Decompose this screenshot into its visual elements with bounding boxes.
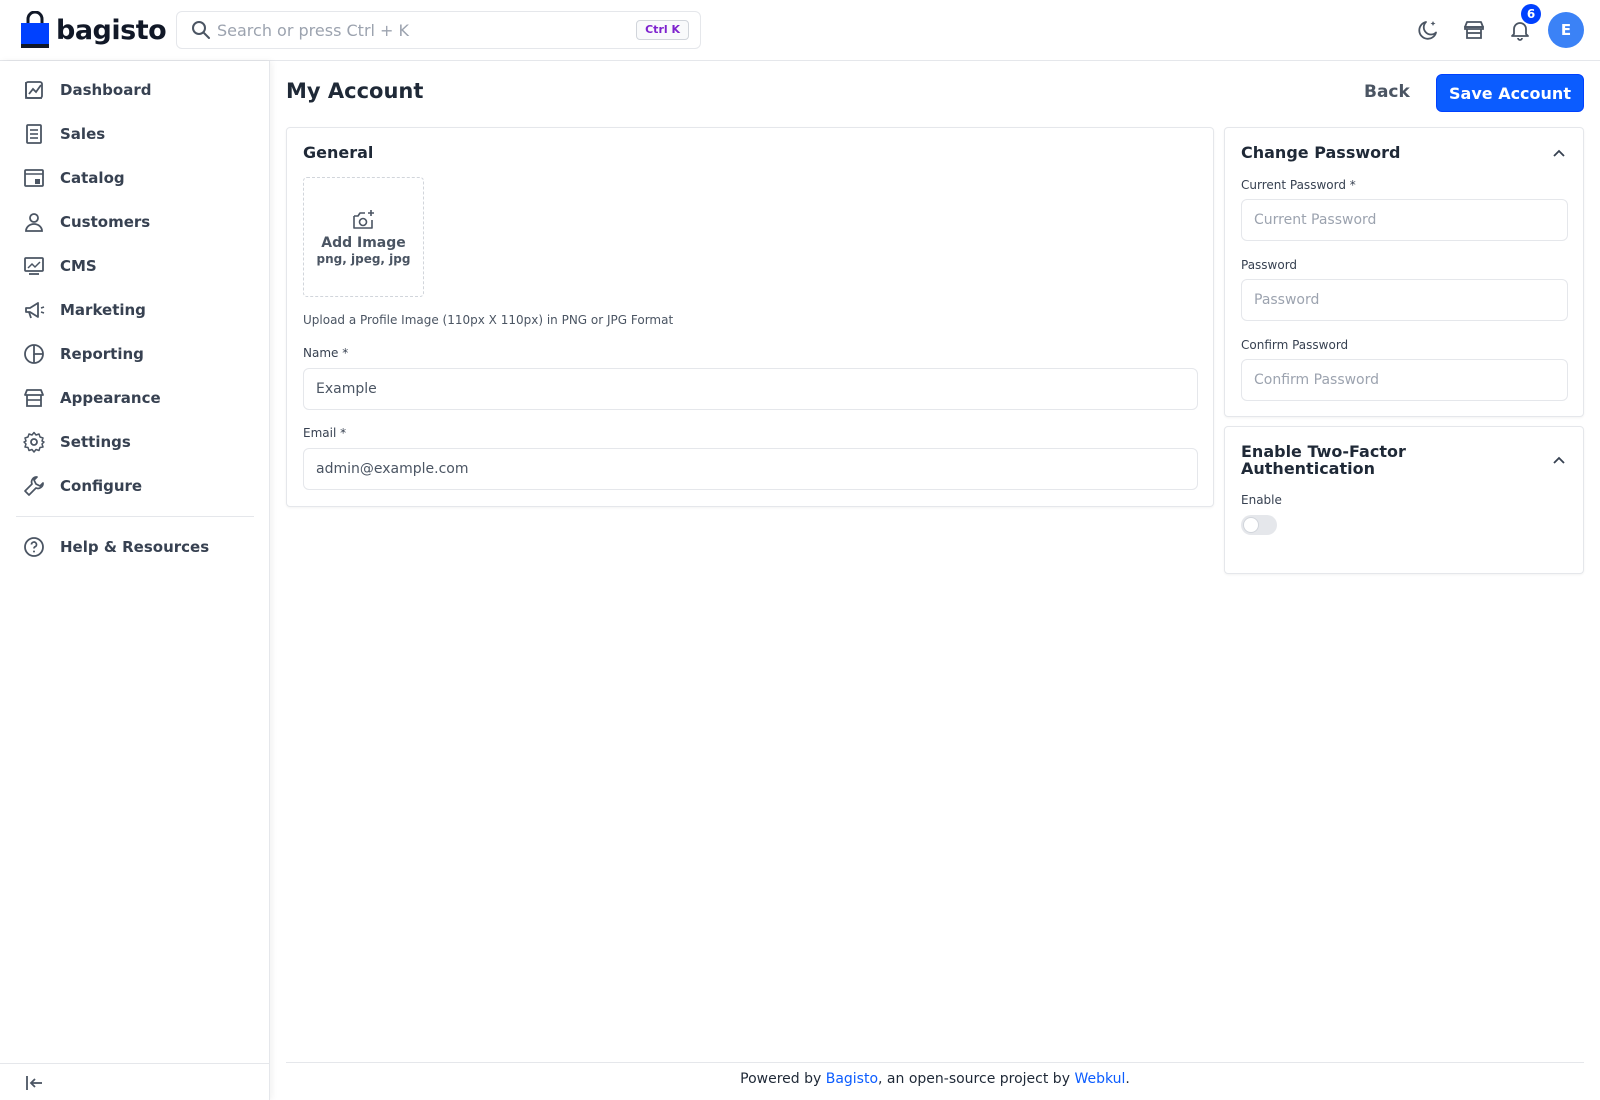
two-factor-title-line1: Enable Two-Factor xyxy=(1241,442,1406,461)
sales-icon xyxy=(22,122,46,146)
bagisto-link[interactable]: Bagisto xyxy=(826,1071,878,1087)
collapse-two-factor-button[interactable] xyxy=(1549,450,1569,470)
footer-middle: , an open-source project by xyxy=(878,1071,1075,1087)
sidebar-item-cms[interactable]: CMS xyxy=(16,246,254,286)
sidebar-item-settings[interactable]: Settings xyxy=(16,422,254,462)
sidebar-item-help[interactable]: Help & Resources xyxy=(16,527,254,567)
sidebar-item-reporting[interactable]: Reporting xyxy=(16,334,254,374)
sidebar-item-label: Customers xyxy=(60,213,151,231)
dashboard-icon xyxy=(22,78,46,102)
change-password-title: Change Password xyxy=(1241,143,1401,162)
current-password-field[interactable] xyxy=(1241,199,1568,241)
storefront-button[interactable] xyxy=(1458,14,1490,46)
name-label: Name * xyxy=(303,346,349,360)
footer-suffix: . xyxy=(1125,1071,1130,1087)
collapse-password-button[interactable] xyxy=(1549,143,1569,163)
current-password-label: Current Password * xyxy=(1241,178,1356,192)
general-card-title: General xyxy=(303,143,374,162)
two-factor-toggle[interactable] xyxy=(1241,515,1277,535)
search-icon xyxy=(192,21,210,39)
confirm-password-field[interactable] xyxy=(1241,359,1568,401)
chevron-up-icon xyxy=(1553,149,1565,157)
logo-text: bagisto xyxy=(56,14,167,46)
sidebar-item-label: CMS xyxy=(60,257,97,275)
sidebar-item-appearance[interactable]: Appearance xyxy=(16,378,254,418)
moon-icon xyxy=(1418,21,1437,40)
password-label: Password xyxy=(1241,258,1298,272)
sidebar-item-label: Reporting xyxy=(60,345,144,363)
configure-icon xyxy=(22,474,46,498)
sidebar-item-marketing[interactable]: Marketing xyxy=(16,290,254,330)
sidebar-item-label: Catalog xyxy=(60,169,125,187)
confirm-password-label: Confirm Password xyxy=(1241,338,1349,352)
save-account-button[interactable]: Save Account xyxy=(1436,74,1584,112)
add-image-label: Add Image xyxy=(321,234,406,251)
top-header: bagisto Ctrl K 6 E xyxy=(0,0,1600,61)
enable-label: Enable xyxy=(1241,493,1282,507)
sidebar-item-label: Configure xyxy=(60,477,143,495)
reporting-icon xyxy=(22,342,46,366)
settings-icon xyxy=(22,430,46,454)
sidebar-item-label: Marketing xyxy=(60,301,146,319)
image-formats-label: png, jpeg, jpg xyxy=(316,251,411,266)
bagisto-logo[interactable]: bagisto xyxy=(20,10,167,50)
dark-mode-toggle[interactable] xyxy=(1412,14,1444,46)
webkul-link[interactable]: Webkul xyxy=(1074,1071,1125,1087)
user-avatar[interactable]: E xyxy=(1548,12,1584,48)
catalog-icon xyxy=(22,166,46,190)
sidebar-item-configure[interactable]: Configure xyxy=(16,466,254,506)
footer-prefix: Powered by xyxy=(740,1071,826,1087)
email-field[interactable] xyxy=(303,448,1198,490)
sidebar-item-catalog[interactable]: Catalog xyxy=(16,158,254,198)
footer-divider xyxy=(286,1062,1584,1063)
collapse-left-icon xyxy=(26,1076,42,1090)
toggle-knob xyxy=(1243,517,1259,533)
name-field[interactable] xyxy=(303,368,1198,410)
marketing-icon xyxy=(22,298,46,322)
footer: Powered by Bagisto, an open-source proje… xyxy=(286,1071,1584,1087)
collapse-sidebar-button[interactable] xyxy=(22,1071,46,1095)
notification-count-badge: 6 xyxy=(1521,4,1541,24)
store-icon xyxy=(1464,21,1484,39)
search-box[interactable]: Ctrl K xyxy=(176,11,701,49)
camera-plus-icon xyxy=(352,209,374,229)
sidebar-item-customers[interactable]: Customers xyxy=(16,202,254,242)
sidebar-item-label: Help & Resources xyxy=(60,538,210,556)
sidebar-divider xyxy=(16,516,254,517)
search-input[interactable] xyxy=(217,12,637,48)
appearance-icon xyxy=(22,386,46,410)
customers-icon xyxy=(22,210,46,234)
email-label: Email * xyxy=(303,426,347,440)
sidebar-item-label: Sales xyxy=(60,125,106,143)
help-icon xyxy=(22,535,46,559)
search-shortcut-badge: Ctrl K xyxy=(636,20,689,40)
sidebar-footer-divider xyxy=(0,1063,270,1064)
password-field[interactable] xyxy=(1241,279,1568,321)
two-factor-title-line2: Authentication xyxy=(1241,459,1375,478)
add-image-upload[interactable]: Add Image png, jpeg, jpg xyxy=(303,177,424,297)
chevron-up-icon xyxy=(1553,456,1565,464)
two-factor-title: Enable Two-Factor Authentication xyxy=(1241,443,1406,477)
sidebar-item-label: Settings xyxy=(60,433,131,451)
page-title: My Account xyxy=(286,79,424,103)
sidebar-item-label: Appearance xyxy=(60,389,161,407)
sidebar-item-dashboard[interactable]: Dashboard xyxy=(16,70,254,110)
sidebar-item-sales[interactable]: Sales xyxy=(16,114,254,154)
cms-icon xyxy=(22,254,46,278)
sidebar: Dashboard Sales Catalog Customers CMS Ma… xyxy=(0,61,270,1100)
shopping-bag-icon xyxy=(21,11,49,48)
sidebar-item-label: Dashboard xyxy=(60,81,152,99)
upload-hint: Upload a Profile Image (110px X 110px) i… xyxy=(303,313,674,327)
back-button[interactable]: Back xyxy=(1356,78,1418,106)
